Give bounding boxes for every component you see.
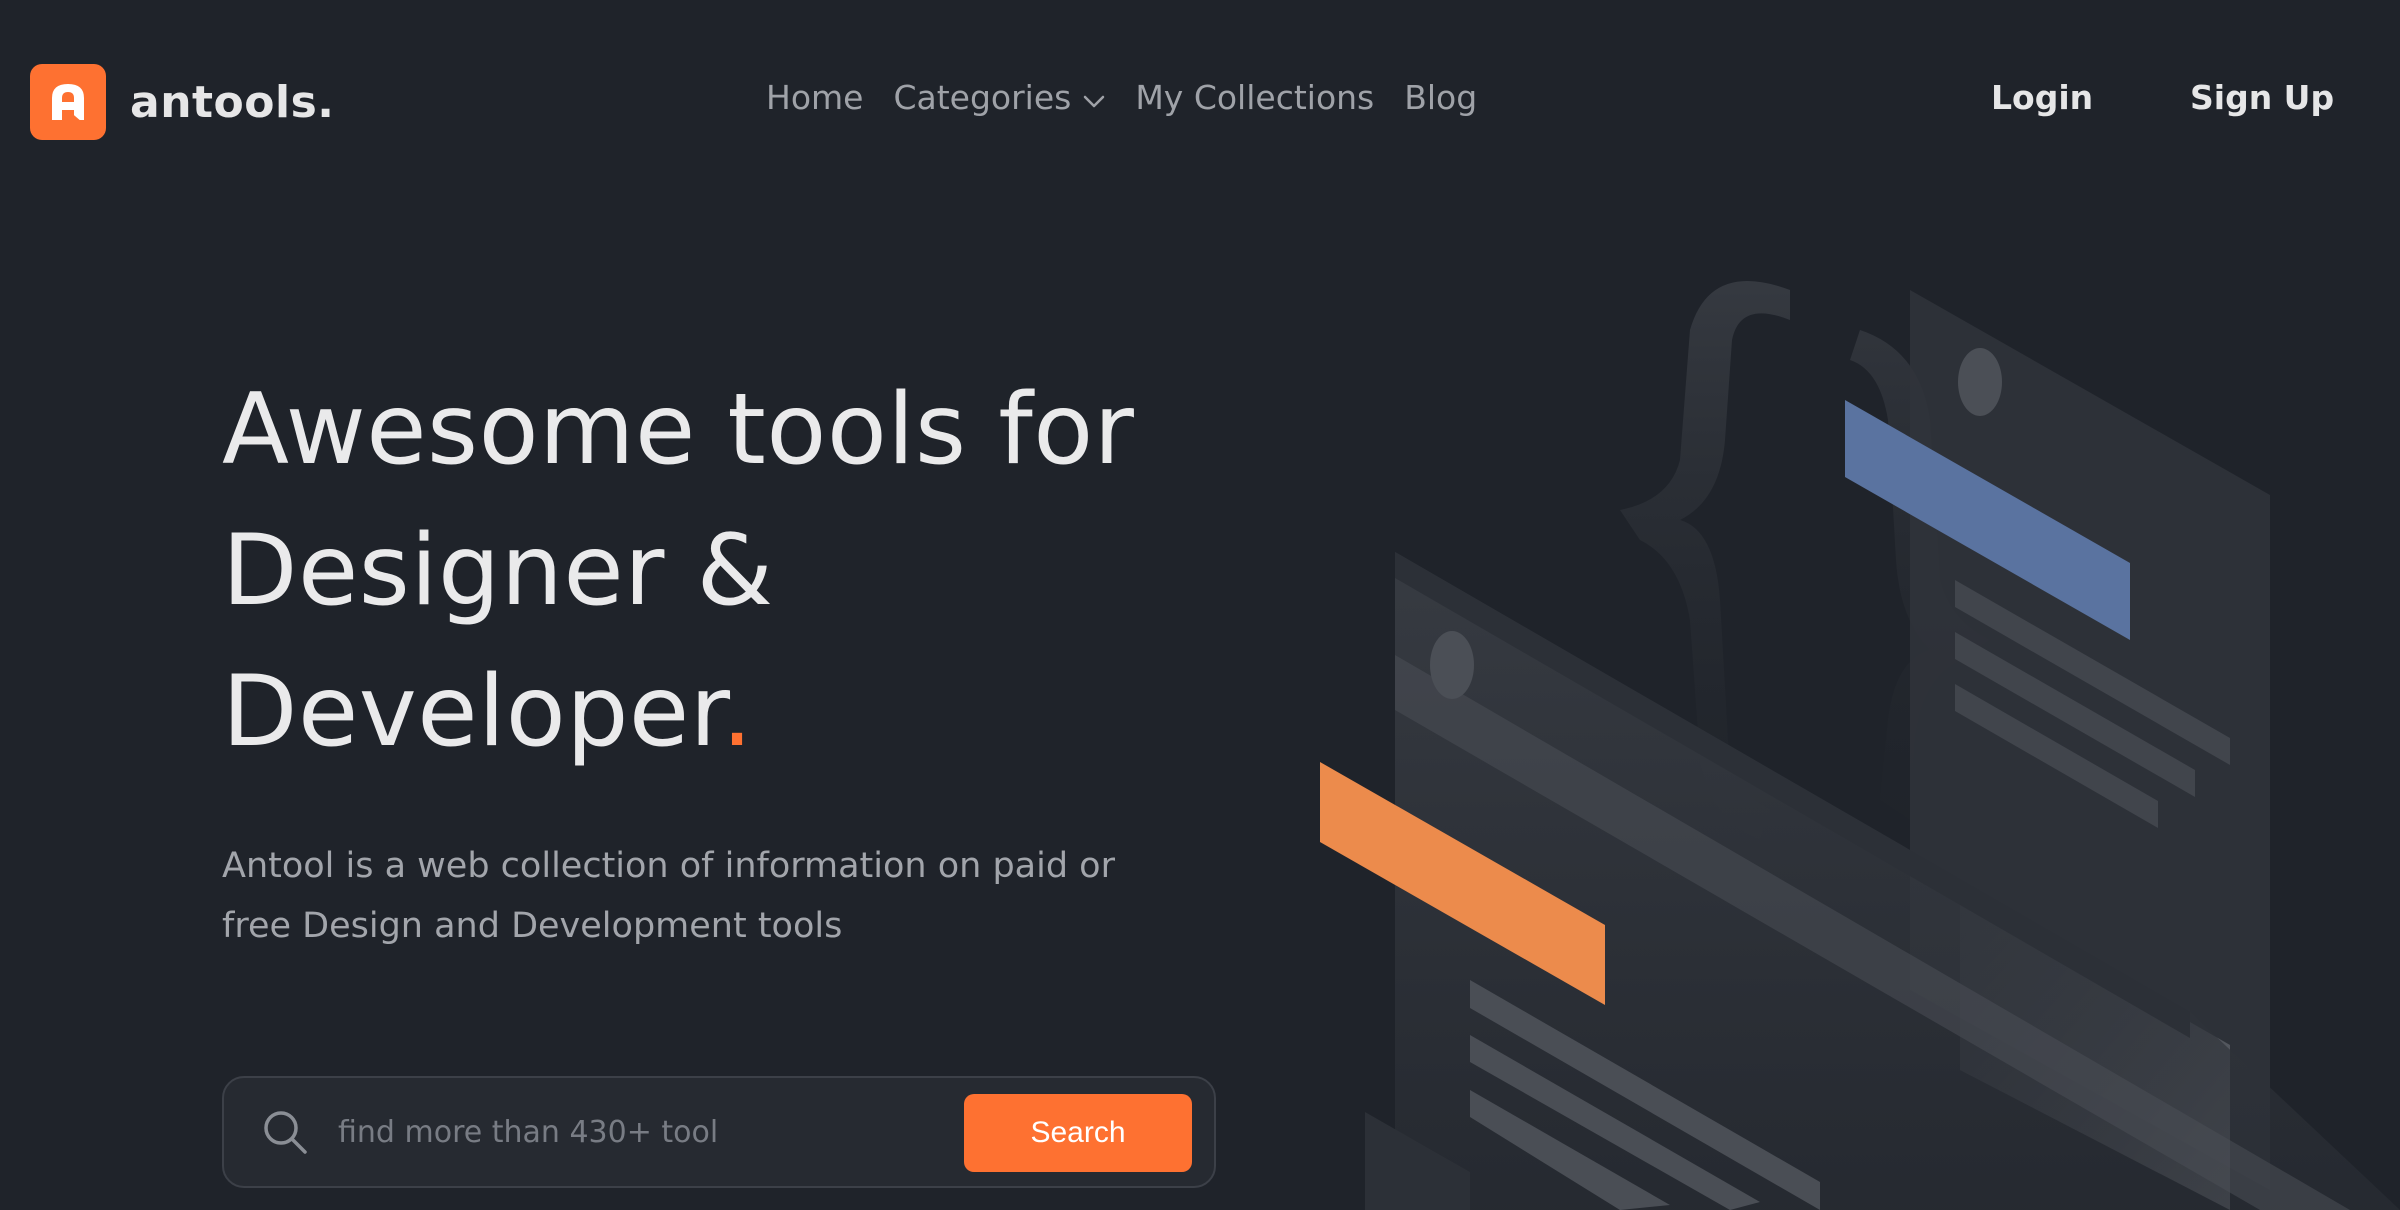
search-button[interactable]: Search <box>964 1094 1192 1172</box>
nav-item-blog[interactable]: Blog <box>1404 78 1477 117</box>
nav-item-label: Home <box>766 78 864 117</box>
nav-item-categories[interactable]: Categories <box>893 78 1105 117</box>
search-input[interactable] <box>336 1101 720 1163</box>
antools-logo-icon <box>30 64 106 140</box>
hero-title-line-3: Developer. <box>222 642 1322 783</box>
hero-subtitle-line-2: free Design and Development tools <box>222 906 843 946</box>
nav-item-home[interactable]: Home <box>766 78 863 117</box>
hero-subtitle: Antool is a web collection of informatio… <box>222 836 1202 956</box>
search-bar: Search <box>222 1076 1216 1188</box>
hero-title-accent-dot: . <box>721 655 754 769</box>
brand-logo-link[interactable]: antools. <box>30 64 335 140</box>
search-icon <box>262 1109 308 1155</box>
chevron-down-icon <box>1083 78 1105 117</box>
hero-title-line-1: Awesome tools for <box>222 373 1135 487</box>
nav-item-label: Categories <box>893 78 1072 117</box>
hero-title: Awesome tools for Designer & Developer. <box>222 360 1322 783</box>
hero-title-word: Developer <box>222 655 722 769</box>
hero-subtitle-line-1: Antool is a web collection of informatio… <box>222 846 1115 886</box>
nav-item-label: Blog <box>1404 78 1478 117</box>
hero-illustration <box>1320 281 2400 1210</box>
main-nav: Home Categories My Collections Blog <box>766 78 1477 117</box>
brand-name: antools. <box>130 76 335 128</box>
hero-title-line-2: Designer & <box>222 514 774 628</box>
nav-item-label: My Collections <box>1135 78 1375 117</box>
nav-item-my-collections[interactable]: My Collections <box>1135 78 1374 117</box>
landing-page: antools. Home Categories My Collections … <box>0 0 2400 1210</box>
signup-link[interactable]: Sign Up <box>2190 78 2334 117</box>
login-link[interactable]: Login <box>1991 78 2093 117</box>
